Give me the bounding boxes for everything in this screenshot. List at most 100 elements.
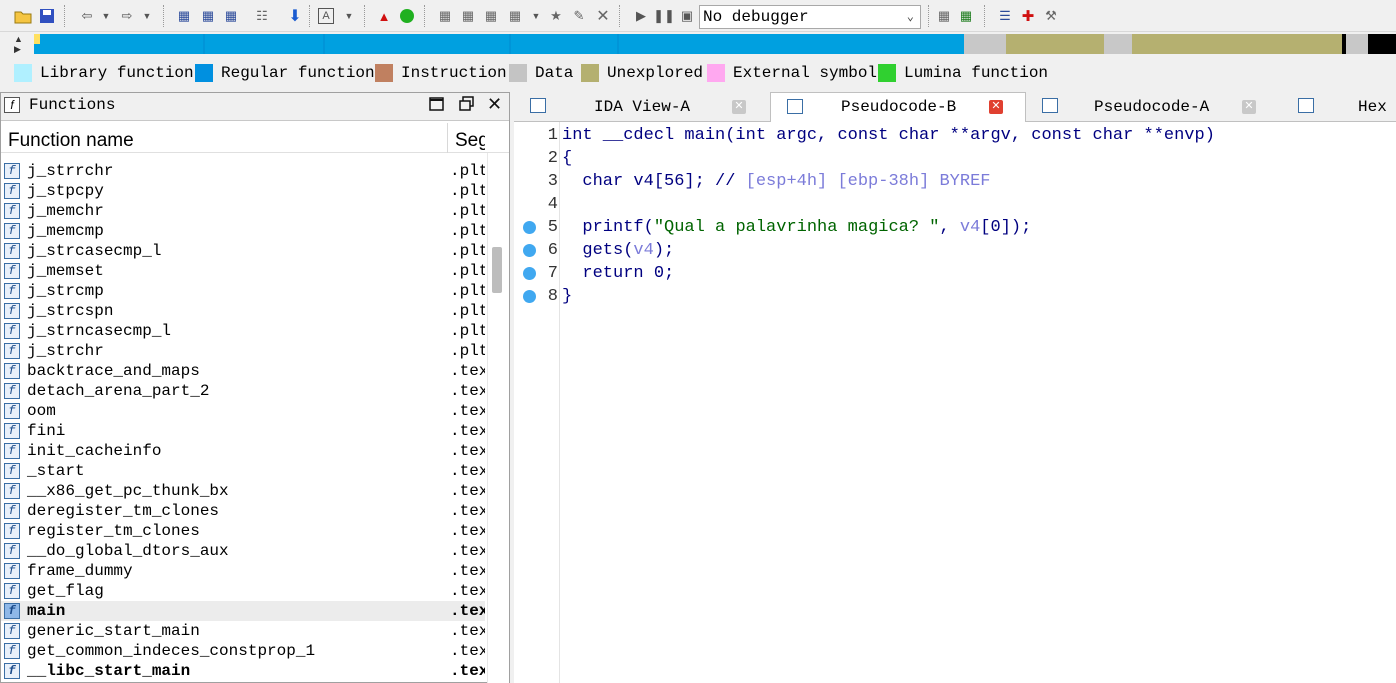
code-line[interactable]: char v4[56]; // [esp+4h] [ebp-38h] BYREF [562,170,990,193]
column-function-name[interactable]: Function name [8,130,134,152]
list-icon[interactable]: ☰ [996,7,1014,25]
tab-ida-view-a[interactable]: IDA View-A ✕ [514,92,770,122]
add-icon[interactable]: ✚ [1019,7,1037,25]
close-icon[interactable]: ✕ [487,94,502,115]
scrollbar-thumb[interactable] [492,247,502,293]
graph-icon[interactable]: ▦ [482,7,500,25]
function-name: backtrace_and_maps [27,362,200,380]
forward-icon[interactable]: ⇨ [118,7,136,25]
jump-icon[interactable]: ▦ [199,7,217,25]
view-tabs: IDA View-A ✕ Pseudocode-B ✕ Pseudocode-A… [514,92,1396,123]
tab-hex-view[interactable]: Hex [1282,92,1396,122]
function-row[interactable]: f j_memset .plt [1,261,485,281]
back-dropdown-icon[interactable]: ▼ [97,7,115,25]
code-line[interactable]: printf("Qual a palavrinha magica? ", v4[… [562,216,1031,239]
function-segment: .text [450,602,485,620]
function-row[interactable]: f init_cacheinfo .text [1,441,485,461]
graph-icon[interactable]: ▦ [436,7,454,25]
close-tab-icon[interactable]: ✕ [1242,100,1256,114]
function-segment: .plt [450,262,485,280]
code-line[interactable]: { [562,147,572,170]
function-row[interactable]: f register_tm_clones .text [1,521,485,541]
function-icon: f [4,603,20,619]
code-line[interactable]: return 0; [562,262,674,285]
code-line[interactable]: int __cdecl main(int argc, const char **… [562,124,1215,147]
function-row[interactable]: f j_memchr .plt [1,201,485,221]
graph-icon[interactable]: ▦ [506,7,524,25]
function-segment: .text [450,562,485,580]
debug-icon[interactable]: ▦ [935,7,953,25]
edit-icon[interactable]: ✎ [570,7,588,25]
function-row[interactable]: f _start .text [1,461,485,481]
maximize-icon[interactable] [429,96,445,117]
function-row[interactable]: f j_strrchr .plt [1,161,485,181]
close-tab-icon[interactable]: ✕ [989,100,1003,114]
legend-label: Instruction [401,64,507,82]
search-icon[interactable]: ☷ [253,7,271,25]
function-row[interactable]: f deregister_tm_clones .text [1,501,485,521]
functions-scrollbar[interactable] [487,153,509,683]
stop-icon[interactable]: ▲ [375,7,393,25]
function-row[interactable]: f backtrace_and_maps .text [1,361,485,381]
function-row[interactable]: f j_strcspn .plt [1,301,485,321]
function-icon: f [4,583,20,599]
tool-icon[interactable]: ⚒ [1042,7,1060,25]
function-row[interactable]: f j_strncasecmp_l .plt [1,321,485,341]
jump-icon[interactable]: ▦ [222,7,240,25]
function-row[interactable]: ffini .text [1,421,485,441]
breakpoint-dot-icon[interactable] [523,244,536,257]
function-row[interactable]: f frame_dummy .text [1,561,485,581]
navigation-band[interactable] [34,34,1396,54]
function-row[interactable]: f j_strchr .plt [1,341,485,361]
function-row[interactable]: f j_memcmp .plt [1,221,485,241]
play-icon[interactable]: ▶ [632,7,650,25]
function-segment: .plt [450,342,485,360]
text-icon[interactable]: A [318,8,334,24]
restore-icon[interactable] [459,96,475,117]
breakpoint-dot-icon[interactable] [523,290,536,303]
code-line[interactable]: } [562,285,572,308]
function-segment: .text [450,622,485,640]
tab-pseudocode-a[interactable]: Pseudocode-A ✕ [1026,92,1282,122]
down-arrow-icon[interactable]: ⬇ [286,7,304,25]
function-row[interactable]: f get_flag .text [1,581,485,601]
text-dropdown-icon[interactable]: ▼ [340,7,358,25]
debugger-select[interactable]: No debugger ⌄ [699,5,921,29]
jump-icon[interactable]: ▦ [175,7,193,25]
function-row[interactable]: f j_stpcpy .plt [1,181,485,201]
function-row[interactable]: f __x86_get_pc_thunk_bx .text [1,481,485,501]
close-tab-icon[interactable]: ✕ [732,100,746,114]
pseudocode-view[interactable]: 1 2 3 4 5 6 7 8 int __cdecl main(int argc, cons… [514,122,1396,683]
tab-pseudocode-b[interactable]: Pseudocode-B ✕ [770,92,1026,123]
forward-dropdown-icon[interactable]: ▼ [138,7,156,25]
stop-square-icon[interactable]: ▣ [678,7,696,25]
open-file-icon[interactable] [14,7,32,25]
debug-icon[interactable]: ▦ [957,7,975,25]
function-row[interactable]: foom .text [1,401,485,421]
column-segment[interactable]: Segment [447,123,485,153]
disassembly-view-icon [530,98,546,113]
code-line[interactable]: gets(v4); [562,239,674,262]
green-circle-icon[interactable] [398,7,416,25]
function-row[interactable]: f j_strcmp .plt [1,281,485,301]
function-row[interactable]: f __libc_start_main .text [1,661,485,681]
function-row[interactable]: f get_common_indeces_constprop_1 .text [1,641,485,661]
function-row[interactable]: f __do_global_dtors_aux .text [1,541,485,561]
function-row[interactable]: f j_strcasecmp_l .plt [1,241,485,261]
nav-segment-black [1368,34,1396,54]
close-icon[interactable]: ✕ [594,7,612,25]
line-number: 5 [547,218,558,237]
breakpoint-dot-icon[interactable] [523,267,536,280]
nav-band-arrows[interactable]: ▲ ▶ [14,34,26,56]
legend-swatch [375,64,393,82]
save-icon[interactable] [38,7,56,25]
function-row[interactable]: f generic_start_main .text [1,621,485,641]
function-row-selected[interactable]: fmain .text [1,601,485,621]
breakpoint-dot-icon[interactable] [523,221,536,234]
pause-icon[interactable]: ❚❚ [653,7,675,25]
graph-icon[interactable]: ★ [547,7,565,25]
graph-icon[interactable]: ▦ [459,7,477,25]
back-icon[interactable]: ⇦ [78,7,96,25]
graph-dropdown-icon[interactable]: ▼ [527,7,545,25]
function-row[interactable]: f detach_arena_part_2 .text [1,381,485,401]
